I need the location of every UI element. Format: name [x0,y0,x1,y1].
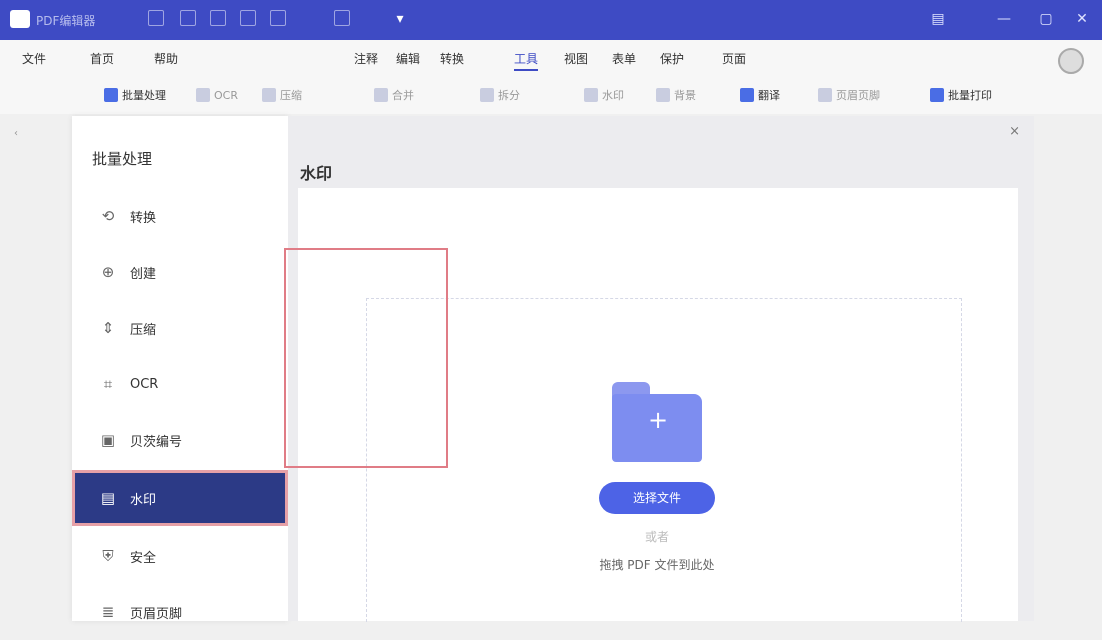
collapse-panel-icon[interactable]: ‹ [14,128,18,139]
menu-help[interactable]: 帮助 [154,50,178,67]
split-icon [480,88,494,102]
tab-view[interactable]: 视图 [564,50,588,67]
redo-icon[interactable] [270,10,286,26]
document-area-left [0,116,72,621]
account-icon[interactable]: ▤ [926,8,950,30]
new-tab-icon[interactable] [148,10,164,26]
quick-access-dropdown-icon[interactable]: ▾ [388,8,412,30]
sidebar-item-convert[interactable]: ⟲ 转换 [72,188,288,244]
background-icon [656,88,670,102]
menu-home[interactable]: 首页 [90,50,114,67]
compress-icon: ⇕ [101,319,115,337]
minimize-button[interactable]: — [992,8,1016,30]
bates-icon: ▣ [100,431,116,449]
watermark-icon: ▤ [100,489,116,507]
tools-toolbar: 批量处理 OCR 压缩 合并 拆分 水印 背景 翻译 页眉页脚 批量打印 [0,76,1102,114]
close-window-button[interactable]: ✕ [1070,8,1094,30]
tab-protect[interactable]: 保护 [660,50,684,67]
app-title: PDF编辑器 [36,14,96,28]
background-tool-button[interactable]: 背景 [656,86,696,104]
ocr-icon [196,88,210,102]
sidebar-title: 批量处理 [92,150,153,168]
sidebar-item-ocr[interactable]: ⌗ OCR [72,356,288,412]
plus-icon: + [648,406,669,434]
watermark-tool-button[interactable]: 水印 [584,86,624,104]
compress-icon [262,88,276,102]
highlight-box [284,248,448,468]
page-title: 水印 [300,164,333,183]
app-logo-icon [10,10,30,28]
ocr-icon: ⌗ [103,375,113,393]
tab-edit[interactable]: 编辑 [396,50,420,67]
header-footer-icon [818,88,832,102]
sidebar-item-create[interactable]: ⊕ 创建 [72,244,288,300]
select-file-button[interactable]: 选择文件 [599,482,715,514]
tab-form[interactable]: 表单 [612,50,636,67]
share-icon[interactable] [334,10,350,26]
tab-annotate[interactable]: 注释 [354,50,378,67]
tab-convert[interactable]: 转换 [440,50,464,67]
drag-hint-text: 拖拽 PDF 文件到此处 [599,558,715,572]
batch-process-sidebar: 批量处理 ⟲ 转换 ⊕ 创建 ⇕ 压缩 ⌗ OCR ▣ 贝茨编号 ▤ 水印 ⛨ … [72,116,288,622]
sidebar-item-bates[interactable]: ▣ 贝茨编号 [72,412,288,468]
menu-bar: 文件 首页 帮助 注释 编辑 转换 工具 视图 表单 保护 页面 [0,40,1102,76]
sidebar-item-compress[interactable]: ⇕ 压缩 [72,300,288,356]
folder-add-icon[interactable]: + [612,382,702,462]
batch-process-button[interactable]: 批量处理 [104,86,166,104]
avatar[interactable] [1058,48,1084,74]
create-icon: ⊕ [101,263,115,281]
sidebar-item-security[interactable]: ⛨ 安全 [72,528,288,584]
tab-tools[interactable]: 工具 [514,50,539,71]
document-area-right [1034,116,1102,621]
shield-icon: ⛨ [102,547,114,565]
undo-icon[interactable] [240,10,256,26]
merge-tool-button[interactable]: 合并 [374,86,414,104]
save-icon[interactable] [180,10,196,26]
title-bar: PDF编辑器 ▾ ▤ — ▢ ✕ [0,0,1102,40]
maximize-button[interactable]: ▢ [1034,8,1058,30]
convert-icon: ⟲ [101,207,115,225]
batch-print-icon [930,88,944,102]
merge-icon [374,88,388,102]
batch-process-icon [104,88,118,102]
compress-tool-button[interactable]: 压缩 [262,86,302,104]
split-tool-button[interactable]: 拆分 [480,86,520,104]
translate-icon [740,88,754,102]
translate-button[interactable]: 翻译 [740,86,780,104]
sidebar-item-watermark[interactable]: ▤ 水印 [72,470,288,526]
menu-file[interactable]: 文件 [22,50,46,67]
close-panel-button[interactable]: × [1009,124,1020,139]
tab-page[interactable]: 页面 [722,50,746,67]
or-text: 或者 [644,530,669,544]
batch-print-button[interactable]: 批量打印 [930,86,992,104]
ocr-tool-button[interactable]: OCR [196,86,238,104]
watermark-icon [584,88,598,102]
print-icon[interactable] [210,10,226,26]
header-footer-tool-button[interactable]: 页眉页脚 [818,86,880,104]
sidebar-item-header-footer[interactable]: ≣ 页眉页脚 [72,584,288,640]
header-footer-icon: ≣ [101,603,115,621]
